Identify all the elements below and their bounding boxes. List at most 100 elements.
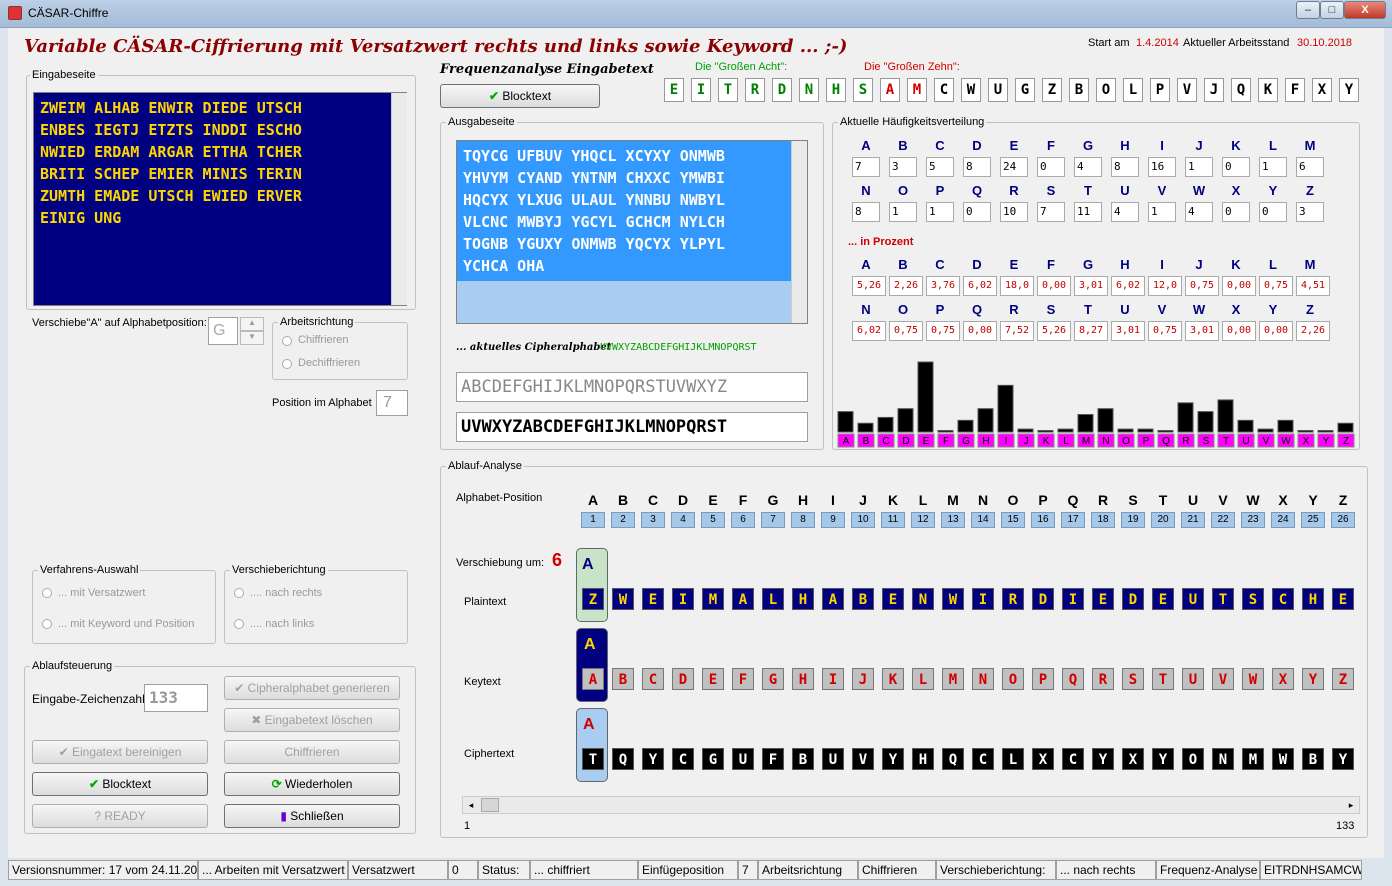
close-app-button[interactable]: ▮ Schließen <box>224 804 400 828</box>
plain-alphabet-field[interactable]: ABCDEFGHIJKLMNOPQRSTUVWXYZ <box>456 372 808 402</box>
dist-count-field[interactable]: 6 <box>1296 157 1324 177</box>
dist-count-field[interactable]: 1 <box>1259 157 1287 177</box>
encrypt-button[interactable]: Chiffrieren <box>224 740 400 764</box>
dist-count-field[interactable]: 3 <box>1296 202 1324 222</box>
dist-count-field[interactable]: 8 <box>1111 157 1139 177</box>
freq-bar-v <box>1257 428 1274 433</box>
pct-value-field[interactable]: 0,75 <box>1185 276 1219 296</box>
dist-letter-header: C <box>935 138 945 153</box>
pct-letter-header: T <box>1084 302 1092 317</box>
pct-value-field[interactable]: 0,75 <box>926 321 960 341</box>
dist-count-field[interactable]: 16 <box>1148 157 1176 177</box>
output-scrollbar[interactable] <box>791 141 807 323</box>
pct-value-field[interactable]: 0,00 <box>1222 276 1256 296</box>
pct-value-field[interactable]: 3,01 <box>1185 321 1219 341</box>
pct-value-field[interactable]: 0,75 <box>1148 321 1182 341</box>
radio-dechiffrieren[interactable] <box>282 359 292 369</box>
pct-value-field[interactable]: 0,00 <box>1037 276 1071 296</box>
input-textarea[interactable]: ZWEIM ALHAB ENWIR DIEDE UTSCH ENBES IEGT… <box>33 92 407 306</box>
freq-letter-cell: Z <box>1042 78 1062 102</box>
pct-value-field[interactable]: 2,26 <box>889 276 923 296</box>
dist-count-field[interactable]: 4 <box>1074 157 1102 177</box>
radio-chiffrieren[interactable] <box>282 336 292 346</box>
blocktext-button[interactable]: ✔ Blocktext <box>32 772 208 796</box>
keytext-cell: W <box>1242 668 1264 690</box>
plaintext-cell: A <box>822 588 844 610</box>
radio-versatzwert[interactable] <box>42 588 52 598</box>
dist-count-field[interactable]: 0 <box>1222 202 1250 222</box>
scroll-left-icon[interactable]: ◂ <box>463 797 479 813</box>
pct-value-field[interactable]: 2,26 <box>1296 321 1330 341</box>
dist-count-field[interactable]: 10 <box>1000 202 1028 222</box>
dist-count-field[interactable]: 0 <box>1222 157 1250 177</box>
pct-value-field[interactable]: 0,00 <box>1259 321 1293 341</box>
dist-count-field[interactable]: 24 <box>1000 157 1028 177</box>
cipher-alphabet-field[interactable]: UVWXYZABCDEFGHIJKLMNOPQRST <box>456 412 808 442</box>
pct-value-field[interactable]: 6,02 <box>1111 276 1145 296</box>
pct-value-field[interactable]: 12,0 <box>1148 276 1182 296</box>
pct-letter-header: R <box>1009 302 1019 317</box>
minimize-button[interactable]: – <box>1296 1 1320 19</box>
pct-letter-header: P <box>935 302 945 317</box>
plaintext-cell: I <box>972 588 994 610</box>
dist-count-field[interactable]: 0 <box>1037 157 1065 177</box>
pct-value-field[interactable]: 8,27 <box>1074 321 1108 341</box>
maximize-button[interactable]: □ <box>1320 1 1344 19</box>
generate-button[interactable]: ✔ Cipheralphabet generieren <box>224 676 400 700</box>
freq-blocktext-label: Blocktext <box>502 89 552 103</box>
pct-value-field[interactable]: 3,01 <box>1111 321 1145 341</box>
scroll-thumb[interactable] <box>481 798 499 812</box>
output-textarea[interactable]: TQYCG UFBUV YHQCL XCYXY ONMWB YHVYM CYAN… <box>456 140 808 324</box>
count-field[interactable]: 133 <box>144 684 208 712</box>
pct-value-field[interactable]: 7,52 <box>1000 321 1034 341</box>
pct-value-field[interactable]: 0,75 <box>889 321 923 341</box>
dist-count-field[interactable]: 1 <box>926 202 954 222</box>
spin-down-button[interactable]: ▼ <box>240 331 264 345</box>
dist-count-field[interactable]: 5 <box>926 157 954 177</box>
scroll-right-icon[interactable]: ▸ <box>1343 797 1359 813</box>
ciphertext-cell: G <box>702 748 724 770</box>
clear-button[interactable]: ✖ Eingabetext löschen <box>224 708 400 732</box>
pct-value-field[interactable]: 0,00 <box>1222 321 1256 341</box>
freq-blocktext-button[interactable]: ✔ Blocktext <box>440 84 600 108</box>
dist-count-field[interactable]: 8 <box>963 157 991 177</box>
flow-scrollbar[interactable]: ◂ ▸ <box>462 796 1360 814</box>
dist-count-field[interactable]: 4 <box>1185 202 1213 222</box>
dist-count-field[interactable]: 11 <box>1074 202 1102 222</box>
input-scrollbar[interactable] <box>391 93 407 305</box>
pct-value-field[interactable]: 6,02 <box>852 321 886 341</box>
pct-value-field[interactable]: 6,02 <box>963 276 997 296</box>
dist-count-field[interactable]: 1 <box>1185 157 1213 177</box>
dist-letter-header: I <box>1160 138 1164 153</box>
pct-value-field[interactable]: 4,51 <box>1296 276 1330 296</box>
dist-count-field[interactable]: 1 <box>1148 202 1176 222</box>
position-field[interactable]: 7 <box>376 390 408 416</box>
radio-keyword[interactable] <box>42 619 52 629</box>
dist-count-field[interactable]: 7 <box>852 157 880 177</box>
dist-count-field[interactable]: 0 <box>1259 202 1287 222</box>
dist-count-field[interactable]: 7 <box>1037 202 1065 222</box>
pct-value-field[interactable]: 5,26 <box>852 276 886 296</box>
radio-right[interactable] <box>234 588 244 598</box>
pct-value-field[interactable]: 0,75 <box>1259 276 1293 296</box>
dist-count-field[interactable]: 4 <box>1111 202 1139 222</box>
clean-button[interactable]: ✔ Eingatext bereinigen <box>32 740 208 764</box>
dist-count-field[interactable]: 1 <box>889 202 917 222</box>
close-button[interactable]: X <box>1344 1 1386 19</box>
ready-button[interactable]: ? READY <box>32 804 208 828</box>
pct-value-field[interactable]: 3,76 <box>926 276 960 296</box>
dist-count-field[interactable]: 8 <box>852 202 880 222</box>
dist-count-field[interactable]: 3 <box>889 157 917 177</box>
pct-value-field[interactable]: 5,26 <box>1037 321 1071 341</box>
dist-group-label: Aktuelle Häufigkeitsverteilung <box>838 116 987 128</box>
repeat-button[interactable]: ⟳ Wiederholen <box>224 772 400 796</box>
dist-letter-header: R <box>1009 183 1019 198</box>
pct-value-field[interactable]: 0,00 <box>963 321 997 341</box>
radio-left[interactable] <box>234 619 244 629</box>
dist-count-field[interactable]: 0 <box>963 202 991 222</box>
alphabet-header: A <box>587 492 599 508</box>
shift-value-field[interactable]: G <box>208 317 238 345</box>
spin-up-button[interactable]: ▲ <box>240 317 264 331</box>
pct-value-field[interactable]: 3,01 <box>1074 276 1108 296</box>
pct-value-field[interactable]: 18,0 <box>1000 276 1034 296</box>
